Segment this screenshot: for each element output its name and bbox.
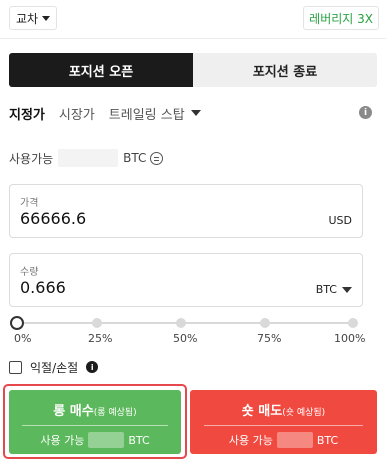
chevron-down-icon [190, 110, 201, 116]
available-unit: BTC [123, 151, 147, 165]
slider-track [17, 322, 357, 324]
redacted-balance [276, 432, 313, 448]
buy-title: 롱 매수(롱 예상됨) [53, 400, 136, 419]
tp-sl-checkbox[interactable] [9, 360, 22, 374]
top-bar: 교차 레버리지 3X [0, 0, 386, 38]
divider [21, 425, 169, 426]
buy-long-button[interactable]: 롱 매수(롱 예상됨) 사용 가능 BTC [9, 390, 181, 454]
sell-short-button[interactable]: 숏 매도(숏 예상됨) 사용 가능 BTC [190, 390, 377, 454]
slider-labels: 0% 25% 50% 75% 100% [9, 332, 366, 346]
sell-note: (숏 예상됨) [282, 408, 326, 418]
margin-mode-select[interactable]: 교차 [9, 6, 58, 30]
buy-available: 사용 가능 BTC [40, 432, 150, 448]
tab-position-open[interactable]: 포지션 오픈 [9, 53, 193, 87]
tab-position-close[interactable]: 포지션 종료 [193, 53, 377, 87]
slider-tick-25[interactable] [92, 318, 102, 328]
trailing-stop-label: 트레일링 스탑 [108, 107, 185, 123]
redacted-balance [58, 149, 119, 167]
swap-icon[interactable] [150, 151, 164, 165]
sell-title: 숏 매도(숏 예상됨) [242, 400, 325, 419]
price-label: 가격 [20, 198, 39, 209]
buy-note: (롱 예상됨) [93, 408, 137, 418]
sell-available: 사용 가능 BTC [229, 432, 338, 448]
slider-tick-50[interactable] [176, 318, 186, 328]
position-tabs: 포지션 오픈 포지션 종료 [9, 53, 377, 87]
slider-tick-100[interactable] [348, 318, 358, 328]
tp-sl-label: 익절/손절 [30, 360, 79, 375]
price-field[interactable]: 가격 66666.6 USD [9, 184, 363, 238]
sell-title-label: 숏 매도 [241, 404, 283, 419]
tab-market[interactable]: 시장가 [59, 104, 95, 123]
slider-label-25: 25% [88, 332, 113, 345]
divider [204, 425, 363, 426]
chevron-down-icon [42, 15, 51, 21]
slider-label-0: 0% [14, 332, 32, 345]
price-unit: USD [328, 214, 352, 227]
quantity-unit-select[interactable]: BTC [316, 283, 352, 296]
price-input[interactable]: 66666.6 [20, 209, 86, 228]
divider [0, 38, 386, 39]
tp-sl-option: 익절/손절 i [9, 359, 99, 375]
available-label: 사용가능 [9, 151, 54, 166]
info-icon[interactable]: i [359, 106, 372, 119]
redacted-balance [88, 432, 125, 448]
sell-unit: BTC [316, 433, 339, 447]
slider-label-50: 50% [173, 332, 198, 345]
quantity-field[interactable]: 수량 0.666 BTC [9, 253, 363, 307]
buy-unit: BTC [128, 433, 150, 447]
quantity-slider[interactable] [9, 314, 363, 332]
slider-handle[interactable] [10, 316, 24, 330]
tab-limit[interactable]: 지정가 [9, 104, 45, 123]
info-icon[interactable]: i [86, 361, 99, 373]
tab-trailing-stop[interactable]: 트레일링 스탑 [109, 104, 201, 123]
quantity-unit-label: BTC [315, 283, 337, 296]
sell-available-label: 사용 가능 [228, 434, 273, 447]
buy-title-label: 롱 매수 [53, 404, 94, 419]
slider-label-75: 75% [257, 332, 282, 345]
available-balance: 사용가능 BTC [9, 148, 164, 168]
quantity-label: 수량 [20, 267, 39, 278]
chevron-down-icon [342, 286, 352, 293]
quantity-input[interactable]: 0.666 [20, 278, 66, 297]
buy-available-label: 사용 가능 [40, 434, 85, 447]
order-type-tabs: 지정가 시장가 트레일링 스탑 [9, 100, 377, 126]
margin-mode-label: 교차 [16, 11, 39, 26]
slider-tick-75[interactable] [260, 318, 270, 328]
price-unit-label: USD [328, 214, 352, 227]
leverage-button[interactable]: 레버리지 3X [303, 6, 379, 30]
slider-label-100: 100% [334, 332, 366, 345]
